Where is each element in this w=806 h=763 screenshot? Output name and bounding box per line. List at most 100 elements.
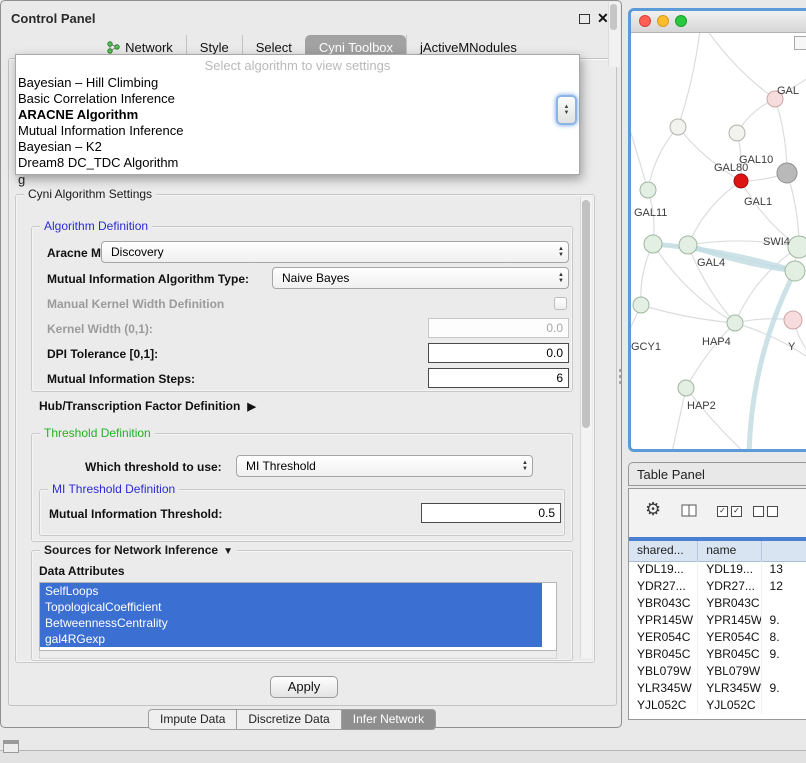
table-cell: YBR043C xyxy=(698,595,761,612)
node-label: GAL10 xyxy=(739,154,773,166)
algorithm-option[interactable]: Dream8 DC_TDC Algorithm xyxy=(16,155,579,171)
table-cell: YDL19... xyxy=(629,561,698,578)
table-row[interactable]: YLR345WYLR345W9. xyxy=(629,680,806,697)
apply-button[interactable]: Apply xyxy=(270,676,338,698)
scrollbar-thumb[interactable] xyxy=(582,200,590,428)
network-node[interactable] xyxy=(785,261,805,281)
select-all-icon[interactable]: ✓✓ xyxy=(717,506,742,517)
dpi-tolerance-field[interactable] xyxy=(428,343,569,363)
network-node[interactable] xyxy=(670,119,686,135)
network-canvas[interactable]: GALGAL80GAL10GAL11GAL1SWI4GAL4GCY1HAP4YH… xyxy=(631,33,806,449)
mi-algorithm-type-select[interactable]: Naive Bayes ▲▼ xyxy=(272,267,569,289)
network-node[interactable] xyxy=(777,163,797,183)
network-window-titlebar[interactable] xyxy=(631,11,806,33)
column-header[interactable] xyxy=(762,541,806,561)
network-node[interactable] xyxy=(727,315,743,331)
panel-splitter-handle[interactable] xyxy=(618,366,623,388)
attribute-item[interactable]: BetweennessCentrality xyxy=(40,615,542,631)
bottom-tab-discretize-data[interactable]: Discretize Data xyxy=(237,709,341,730)
mi-threshold-field[interactable] xyxy=(421,503,561,523)
algorithm-option[interactable]: Mutual Information Inference xyxy=(16,123,579,139)
attributes-hscrollbar[interactable] xyxy=(39,651,557,659)
node-label: GCY1 xyxy=(631,341,661,353)
which-threshold-label: Which threshold to use: xyxy=(85,460,222,474)
network-node[interactable] xyxy=(679,236,697,254)
combo-down-icon: ▼ xyxy=(564,110,570,116)
attributes-scrollbar[interactable] xyxy=(608,2,620,67)
bottom-scrollbar-track[interactable] xyxy=(0,750,806,763)
table-cell: YPR145W xyxy=(629,612,698,629)
table-row[interactable]: YDL19...YDL19...13 xyxy=(629,561,806,578)
column-chooser-icon[interactable] xyxy=(681,504,697,522)
network-corner-widget[interactable] xyxy=(794,36,806,50)
network-view-window: GALGAL80GAL10GAL11GAL1SWI4GAL4GCY1HAP4YH… xyxy=(628,8,806,452)
table-cell: 13 xyxy=(762,561,806,578)
window-title: Control Panel xyxy=(11,11,96,26)
minimized-panel-icon[interactable] xyxy=(3,740,19,753)
network-node[interactable] xyxy=(640,182,656,198)
table-row[interactable]: YJL052CYJL052C xyxy=(629,697,806,714)
which-threshold-select[interactable]: MI Threshold ▲▼ xyxy=(236,455,533,477)
table-panel-window: ⚙ ✓✓ shared...name YDL19...YDL19...13YDR… xyxy=(628,488,806,720)
network-node[interactable] xyxy=(729,125,745,141)
table-row[interactable]: YDR27...YDR27...12 xyxy=(629,578,806,595)
network-node[interactable] xyxy=(644,235,662,253)
network-node[interactable] xyxy=(734,174,748,188)
network-node[interactable] xyxy=(633,297,649,313)
selected-value: Discovery xyxy=(111,245,164,259)
column-header[interactable]: name xyxy=(698,541,761,561)
network-node[interactable] xyxy=(784,311,802,329)
algorithm-option[interactable]: Basic Correlation Inference xyxy=(16,91,579,107)
table-cell: YDL19... xyxy=(698,561,761,578)
node-label: GAL xyxy=(777,85,799,97)
mi-threshold-label: Mutual Information Threshold: xyxy=(49,507,222,521)
undock-icon[interactable] xyxy=(579,14,590,24)
close-icon[interactable]: ✕ xyxy=(597,10,609,27)
table-cell: 9. xyxy=(762,646,806,663)
table-row[interactable]: YBR043CYBR043C xyxy=(629,595,806,612)
node-label: Y xyxy=(788,341,796,353)
attribute-item[interactable]: gal4RGexp xyxy=(40,631,542,647)
table-row[interactable]: YPR145WYPR145W9. xyxy=(629,612,806,629)
algorithm-option[interactable]: Bayesian – Hill Climbing xyxy=(16,75,579,91)
sources-group-title[interactable]: Sources for Network Inference▼ xyxy=(40,543,237,557)
table-cell: 12 xyxy=(762,578,806,595)
algorithm-option[interactable]: ARACNE Algorithm xyxy=(16,107,579,123)
attribute-item[interactable]: TopologicalCoefficient xyxy=(40,599,542,615)
combo-arrows-icon: ▲▼ xyxy=(558,272,564,284)
network-edge xyxy=(671,388,686,449)
network-node[interactable] xyxy=(678,380,694,396)
gear-icon[interactable]: ⚙ xyxy=(645,499,661,520)
table-cell xyxy=(762,595,806,612)
manual-kernel-width-checkbox xyxy=(554,297,567,310)
hub-definition-expander[interactable]: Hub/Transcription Factor Definition▶ xyxy=(39,399,256,413)
network-edge xyxy=(686,323,735,388)
aracne-mode-select[interactable]: Discovery ▲▼ xyxy=(101,241,569,263)
table-body: YDL19...YDL19...13YDR27...YDR27...12YBR0… xyxy=(629,561,806,714)
network-edge xyxy=(775,99,787,173)
table-row[interactable]: YBL079WYBL079W xyxy=(629,663,806,680)
algorithm-option[interactable]: Bayesian – K2 xyxy=(16,139,579,155)
minimize-traffic-light[interactable] xyxy=(657,15,669,27)
scrollbar-thumb[interactable] xyxy=(610,4,617,30)
table-row[interactable]: YBR045CYBR045C9. xyxy=(629,646,806,663)
settings-scrollbar[interactable] xyxy=(580,197,592,658)
node-label: HAP2 xyxy=(687,400,716,412)
table-row[interactable]: YER054CYER054C8. xyxy=(629,629,806,646)
tab-label: Network xyxy=(125,40,173,55)
bottom-tab-infer-network[interactable]: Infer Network xyxy=(342,709,436,730)
bottom-tab-impute-data[interactable]: Impute Data xyxy=(148,709,237,730)
data-attributes-list[interactable]: SelfLoopsTopologicalCoefficientBetweenne… xyxy=(39,582,557,651)
table-panel-title: Table Panel xyxy=(637,467,705,482)
deselect-all-icon[interactable] xyxy=(753,506,778,517)
obscured-combo-spinner[interactable]: ▲ ▼ xyxy=(556,95,577,125)
mi-algorithm-type-label: Mutual Information Algorithm Type: xyxy=(47,272,249,286)
manual-kernel-width-label: Manual Kernel Width Definition xyxy=(47,297,224,311)
close-traffic-light[interactable] xyxy=(639,15,651,27)
column-header[interactable]: shared... xyxy=(629,541,698,561)
zoom-traffic-light[interactable] xyxy=(675,15,687,27)
attribute-item[interactable]: SelfLoops xyxy=(40,583,542,599)
mi-steps-field[interactable] xyxy=(428,368,569,388)
table-cell: YJL052C xyxy=(698,697,761,714)
network-node[interactable] xyxy=(788,236,806,258)
